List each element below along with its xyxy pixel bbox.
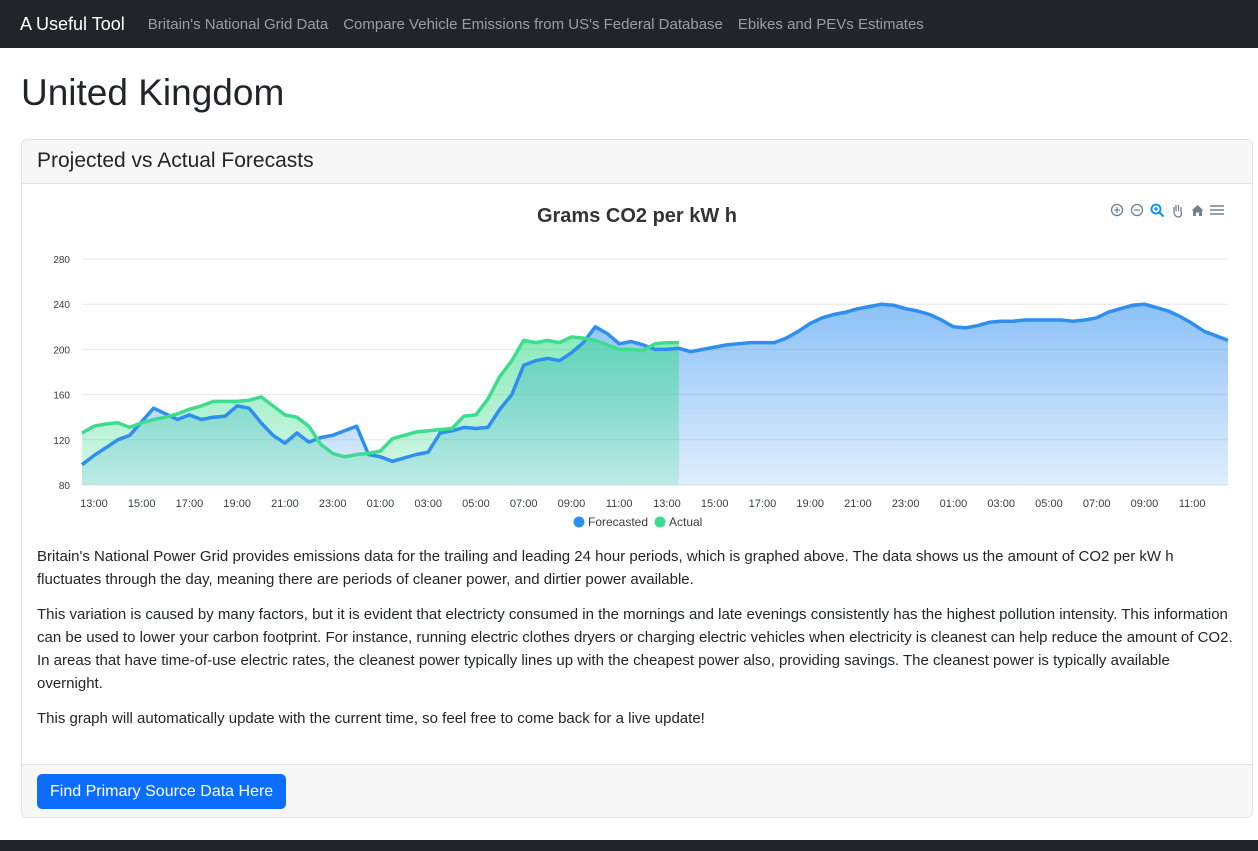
y-tick-label: 120 (53, 436, 70, 447)
x-tick-label: 11:00 (606, 498, 633, 510)
x-tick-label: 07:00 (510, 498, 538, 510)
legend-actual-marker (654, 516, 666, 528)
menu-icon[interactable] (1209, 202, 1225, 218)
x-tick-label: 09:00 (558, 498, 586, 510)
chart-legend[interactable]: Forecasted Actual (573, 515, 703, 529)
y-tick-label: 240 (53, 300, 70, 311)
x-tick-label: 07:00 (1083, 498, 1111, 510)
primary-source-button[interactable]: Find Primary Source Data Here (37, 774, 287, 809)
page-title: United Kingdom (21, 72, 285, 113)
description-paragraph: This graph will automatically update wit… (37, 710, 705, 727)
forecast-card: Projected vs Actual Forecasts 80 120 160 20… (21, 139, 1253, 818)
x-axis-ticks: 13:00 15:00 17:00 19:00 21:00 23:00 01:00 03:00… (80, 498, 1205, 510)
x-tick-label: 03:00 (987, 498, 1015, 510)
series-area-actual (82, 337, 679, 485)
pan-hand-icon[interactable] (1169, 202, 1185, 218)
nav-link-national-grid[interactable]: Britain's National Grid Data (148, 16, 328, 33)
legend-forecasted-label[interactable]: Forecasted (588, 515, 648, 529)
description-paragraph: Britain's National Power Grid provides e… (37, 548, 1174, 588)
y-tick-label: 160 (53, 391, 70, 402)
x-tick-label: 01:00 (367, 498, 395, 510)
card-header: Projected vs Actual Forecasts (22, 140, 1252, 184)
y-axis-ticks: 80 120 160 200 240 280 (53, 255, 70, 492)
nav-link-ebikes-pevs[interactable]: Ebikes and PEVs Estimates (738, 16, 924, 33)
nav-link-vehicle-emissions[interactable]: Compare Vehicle Emissions from US's Fede… (343, 16, 723, 33)
x-tick-label: 21:00 (844, 498, 872, 510)
legend-forecasted-marker (573, 516, 585, 528)
y-tick-label: 200 (53, 345, 70, 356)
x-tick-label: 19:00 (796, 498, 824, 510)
top-navbar: A Useful Tool Britain's National Grid Da… (0, 0, 1258, 48)
brand-link[interactable]: A Useful Tool (20, 14, 125, 35)
x-tick-label: 15:00 (128, 498, 156, 510)
x-tick-label: 17:00 (749, 498, 777, 510)
x-tick-label: 19:00 (223, 498, 251, 510)
x-tick-label: 05:00 (1035, 498, 1063, 510)
x-tick-label: 15:00 (701, 498, 729, 510)
x-tick-label: 21:00 (271, 498, 299, 510)
x-tick-label: 11:00 (1179, 498, 1206, 510)
chart-title: Grams CO2 per kW h (537, 205, 737, 227)
y-tick-label: 80 (59, 481, 71, 492)
x-tick-label: 13:00 (653, 498, 681, 510)
y-tick-label: 280 (53, 255, 70, 266)
legend-actual-label[interactable]: Actual (669, 515, 702, 529)
x-tick-label: 17:00 (176, 498, 204, 510)
x-tick-label: 01:00 (940, 498, 968, 510)
x-tick-label: 03:00 (414, 498, 442, 510)
card-footer: Find Primary Source Data Here (22, 764, 1252, 817)
x-tick-label: 23:00 (319, 498, 347, 510)
description-paragraph: This variation is caused by many factors… (37, 606, 1233, 692)
emissions-chart: 80 120 160 200 240 280 13:00 15:00 17:00 19:00 21… (53, 205, 1229, 529)
x-tick-label: 13:00 (80, 498, 108, 510)
zoom-in-icon[interactable] (1109, 202, 1125, 218)
x-tick-label: 23:00 (892, 498, 920, 510)
selection-zoom-icon[interactable] (1149, 202, 1165, 218)
reset-home-icon[interactable] (1189, 202, 1205, 218)
description-text: Britain's National Power Grid provides e… (37, 545, 1237, 742)
x-tick-label: 09:00 (1131, 498, 1159, 510)
zoom-out-icon[interactable] (1129, 202, 1145, 218)
x-tick-label: 05:00 (462, 498, 490, 510)
page-footer (0, 840, 1258, 851)
chart-toolbar (1109, 202, 1225, 218)
